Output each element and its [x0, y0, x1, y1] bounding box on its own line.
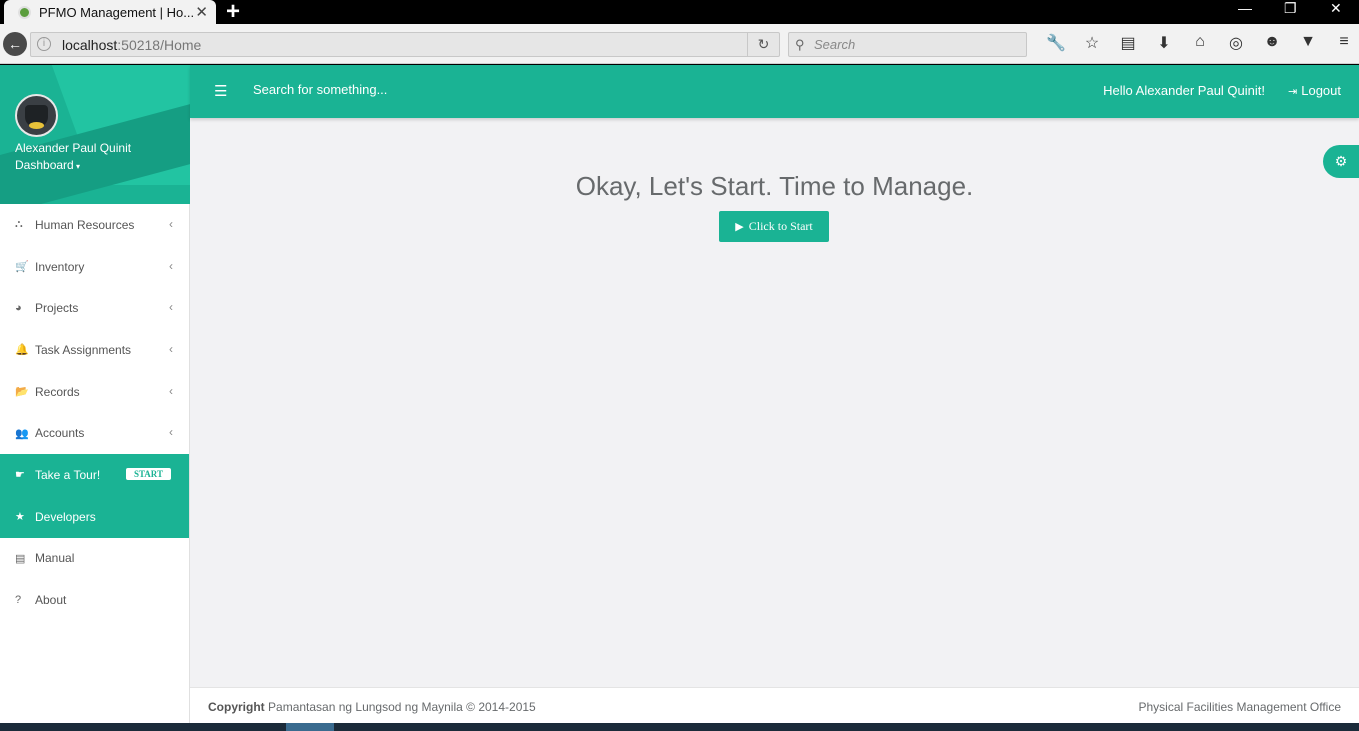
cogs-icon: ⚙	[1334, 153, 1348, 169]
cart-icon: 🛒	[15, 261, 29, 274]
sign-out-icon: ⇥	[1288, 86, 1298, 98]
pie-chart-icon: ◕	[15, 302, 22, 315]
bell-icon: 🔔	[15, 344, 29, 357]
tab-title: PFMO Management | Ho...	[39, 4, 195, 20]
sidebar-item-label: Manual	[35, 551, 75, 566]
sidebar-item-accounts[interactable]: 👥 Accounts ‹	[0, 412, 189, 454]
taskbar-item[interactable]	[286, 723, 334, 731]
copyright: Copyright Pamantasan ng Lungsod ng Mayni…	[208, 700, 536, 714]
office-name: Physical Facilities Management Office	[1138, 700, 1341, 714]
emoji-icon[interactable]: ☻	[1254, 33, 1290, 53]
sidebar-item-label: Take a Tour!	[35, 467, 101, 482]
sidebar-item-label: Human Resources	[35, 217, 135, 232]
question-circle-icon: ?	[15, 594, 22, 607]
play-icon: ▶	[735, 221, 744, 233]
os-taskbar	[0, 723, 1359, 731]
sidebar-item-label: Inventory	[35, 259, 85, 274]
greeting-text: Hello Alexander Paul Quinit!	[1103, 83, 1265, 98]
start-badge[interactable]: START	[125, 468, 171, 481]
avatar-emblem	[29, 122, 44, 129]
avatar[interactable]	[15, 94, 58, 137]
bookmark-star-icon[interactable]: ☆	[1074, 33, 1110, 53]
page-heading: Okay, Let's Start. Time to Manage.	[575, 171, 974, 201]
dashboard-dropdown[interactable]: Dashboard ▾	[15, 158, 80, 172]
home-icon[interactable]: ⌂	[1182, 33, 1218, 53]
download-icon[interactable]: ⬇	[1146, 33, 1182, 53]
browser-search-placeholder: Search	[814, 37, 856, 52]
chevron-left-icon: ‹	[169, 342, 173, 357]
sidebar-item-label: Records	[35, 384, 80, 399]
reload-icon[interactable]: ↻	[747, 33, 779, 56]
browser-nav-bar: ← i localhost:50218/Home ↻ ⚲ Search 🔧 ☆ …	[0, 24, 1359, 64]
sidebar-item-label: Task Assignments	[35, 342, 132, 357]
search-icon: ⚲	[795, 37, 805, 52]
reading-list-icon[interactable]: ▤	[1110, 33, 1146, 53]
url-text: localhost:50218/Home	[62, 37, 202, 53]
back-button[interactable]: ←	[3, 32, 27, 56]
chevron-left-icon: ‹	[169, 258, 173, 273]
minimize-icon[interactable]: —	[1238, 0, 1252, 16]
url-bar[interactable]: i localhost:50218/Home ↻	[30, 32, 780, 57]
chevron-left-icon: ‹	[169, 425, 173, 440]
chevron-left-icon: ‹	[169, 217, 173, 231]
sidebar-item-inventory[interactable]: 🛒 Inventory ‹	[0, 246, 189, 288]
chevron-left-icon: ‹	[169, 383, 173, 398]
profile-name: Alexander Paul Quinit	[15, 141, 132, 155]
sidebar-item-label: Projects	[35, 301, 79, 316]
profile-header: Alexander Paul Quinit Dashboard ▾	[0, 65, 190, 204]
sidebar-item-take-a-tour[interactable]: ☛ Take a Tour! START	[0, 454, 189, 496]
pocket-icon[interactable]: ▼	[1290, 33, 1326, 53]
close-tab-icon[interactable]: ✕	[195, 3, 208, 21]
browser-tab-bar: PFMO Management | Ho... ✕ + — ❐ ✕	[0, 0, 1359, 26]
footer: Copyright Pamantasan ng Lungsod ng Mayni…	[190, 687, 1359, 723]
restore-icon[interactable]: ❐	[1284, 0, 1297, 17]
sidebar: Alexander Paul Quinit Dashboard ▾ ⛬ Huma…	[0, 65, 190, 723]
sidebar-item-label: Developers	[35, 509, 96, 524]
file-icon: ▤	[15, 552, 26, 565]
sidebar-item-projects[interactable]: ◕ Projects ‹	[0, 287, 189, 329]
wrench-icon[interactable]: 🔧	[1038, 33, 1074, 53]
info-icon[interactable]: i	[37, 37, 51, 51]
favicon-icon	[18, 5, 31, 19]
sidebar-item-human-resources[interactable]: ⛬ Human Resources ‹	[0, 204, 189, 246]
chevron-left-icon: ‹	[169, 300, 173, 315]
sidebar-item-manual[interactable]: ▤ Manual	[0, 538, 189, 580]
app-root: Alexander Paul Quinit Dashboard ▾ ⛬ Huma…	[0, 65, 1359, 723]
palette-icon[interactable]: ◎	[1218, 33, 1254, 53]
users-icon: 👥	[15, 427, 29, 440]
sidebar-item-label: About	[35, 593, 67, 608]
new-tab-button[interactable]: +	[226, 0, 240, 26]
menu-icon[interactable]: ≡	[1326, 33, 1359, 53]
logout-link[interactable]: ⇥ Logout	[1288, 83, 1341, 98]
click-to-start-button[interactable]: ▶ Click to Start	[719, 211, 829, 242]
browser-toolbar: 🔧 ☆ ▤ ⬇ ⌂ ◎ ☻ ▼ ≡	[1038, 33, 1359, 53]
top-navbar: ☰ Search for something... Hello Alexande…	[190, 65, 1359, 118]
sitemap-icon: ⛬	[15, 218, 23, 231]
folder-open-icon: 📂	[15, 386, 29, 399]
settings-toggle-button[interactable]: ⚙	[1323, 145, 1359, 178]
sidebar-item-records[interactable]: 📂 Records ‹	[0, 371, 189, 413]
browser-search-input[interactable]: ⚲ Search	[788, 32, 1027, 57]
caret-down-icon: ▾	[73, 162, 80, 171]
browser-tab[interactable]: PFMO Management | Ho... ✕	[4, 0, 216, 24]
hand-pointer-icon: ☛	[15, 469, 25, 482]
sidebar-item-label: Accounts	[35, 426, 85, 441]
sidebar-item-task-assignments[interactable]: 🔔 Task Assignments ‹	[0, 329, 189, 371]
top-search-input[interactable]: Search for something...	[253, 82, 387, 97]
sidebar-item-developers[interactable]: ★ Developers	[0, 495, 189, 538]
hamburger-menu-icon[interactable]: ☰	[214, 82, 227, 100]
star-icon: ★	[15, 511, 25, 524]
sidebar-item-about[interactable]: ? About	[0, 579, 189, 621]
close-window-icon[interactable]: ✕	[1330, 0, 1342, 17]
